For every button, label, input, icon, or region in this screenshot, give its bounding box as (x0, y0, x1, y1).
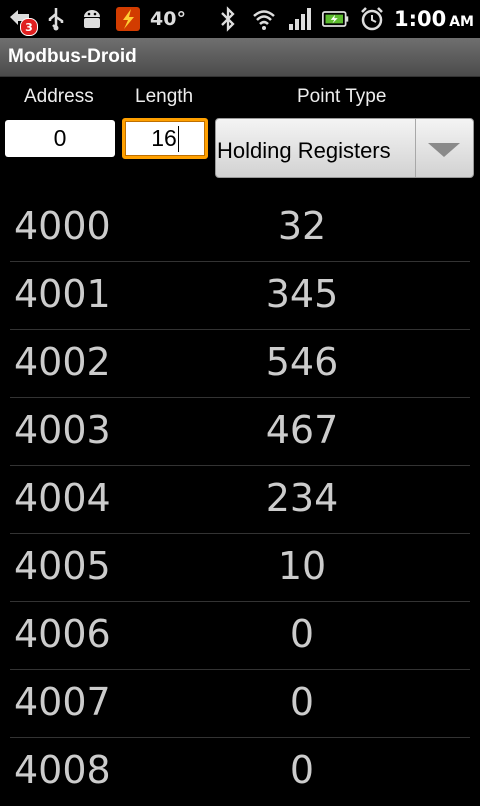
register-address: 4005 (14, 544, 111, 588)
register-value: 467 (265, 408, 339, 452)
list-item[interactable]: 4007 0 (0, 670, 480, 738)
notification-badge: 3 (20, 18, 38, 36)
register-value: 345 (265, 272, 339, 316)
length-input-value: 16 (151, 125, 177, 151)
register-address: 4000 (14, 204, 111, 248)
usb-icon (42, 5, 70, 33)
app-title: Modbus-Droid (8, 46, 137, 67)
list-item[interactable]: 4004 234 (0, 466, 480, 534)
spinner-divider (415, 119, 416, 177)
alarm-icon (358, 5, 386, 33)
register-value: 32 (277, 204, 327, 248)
list-item[interactable]: 4000 32 (0, 194, 480, 262)
register-address: 4002 (14, 340, 111, 384)
list-item[interactable]: 4003 467 (0, 398, 480, 466)
register-value: 10 (277, 544, 327, 588)
register-address: 4008 (14, 748, 111, 792)
register-address: 4007 (14, 680, 111, 724)
android-debug-icon (78, 5, 106, 33)
register-address: 4003 (14, 408, 111, 452)
title-bar: Modbus-Droid (0, 38, 480, 77)
clock: 1:00 AM (394, 7, 474, 31)
list-item[interactable]: 4005 10 (0, 534, 480, 602)
clock-time: 1:00 (393, 7, 447, 31)
temperature: 40° (150, 8, 186, 30)
register-value: 0 (289, 680, 315, 724)
point-type-label: Point Type (297, 86, 387, 107)
list-item[interactable]: 4002 546 (0, 330, 480, 398)
list-item[interactable]: 4008 0 (0, 738, 480, 806)
list-item[interactable]: 4001 345 (0, 262, 480, 330)
register-value: 0 (289, 748, 315, 792)
bluetooth-icon (214, 5, 242, 33)
notification-icon[interactable]: 3 (6, 5, 38, 36)
address-input-value: 0 (53, 125, 67, 151)
battery-charging-icon (321, 5, 350, 33)
address-label: Address (24, 86, 94, 107)
text-caret (177, 125, 179, 152)
register-value: 0 (289, 612, 315, 656)
length-label: Length (135, 86, 194, 107)
list-item[interactable]: 4006 0 (0, 602, 480, 670)
dropdown-arrow-icon[interactable] (428, 143, 460, 157)
register-list[interactable]: 4000 32 4001 345 4002 546 4003 467 4004 … (0, 194, 480, 806)
wifi-icon (250, 5, 278, 33)
register-value: 234 (265, 476, 339, 520)
clock-ampm: AM (449, 14, 474, 30)
signal-icon (286, 5, 314, 33)
register-value: 546 (265, 340, 339, 384)
address-input[interactable]: 0 (5, 120, 115, 157)
point-type-spinner[interactable]: Holding Registers (215, 118, 474, 178)
status-bar: 3 40° 1:00 AM (0, 0, 480, 38)
register-address: 4006 (14, 612, 111, 656)
point-type-value: Holding Registers (217, 138, 391, 163)
flash-icon (114, 5, 142, 33)
length-input[interactable]: 16 (122, 118, 208, 159)
register-address: 4004 (14, 476, 111, 520)
register-address: 4001 (14, 272, 111, 316)
